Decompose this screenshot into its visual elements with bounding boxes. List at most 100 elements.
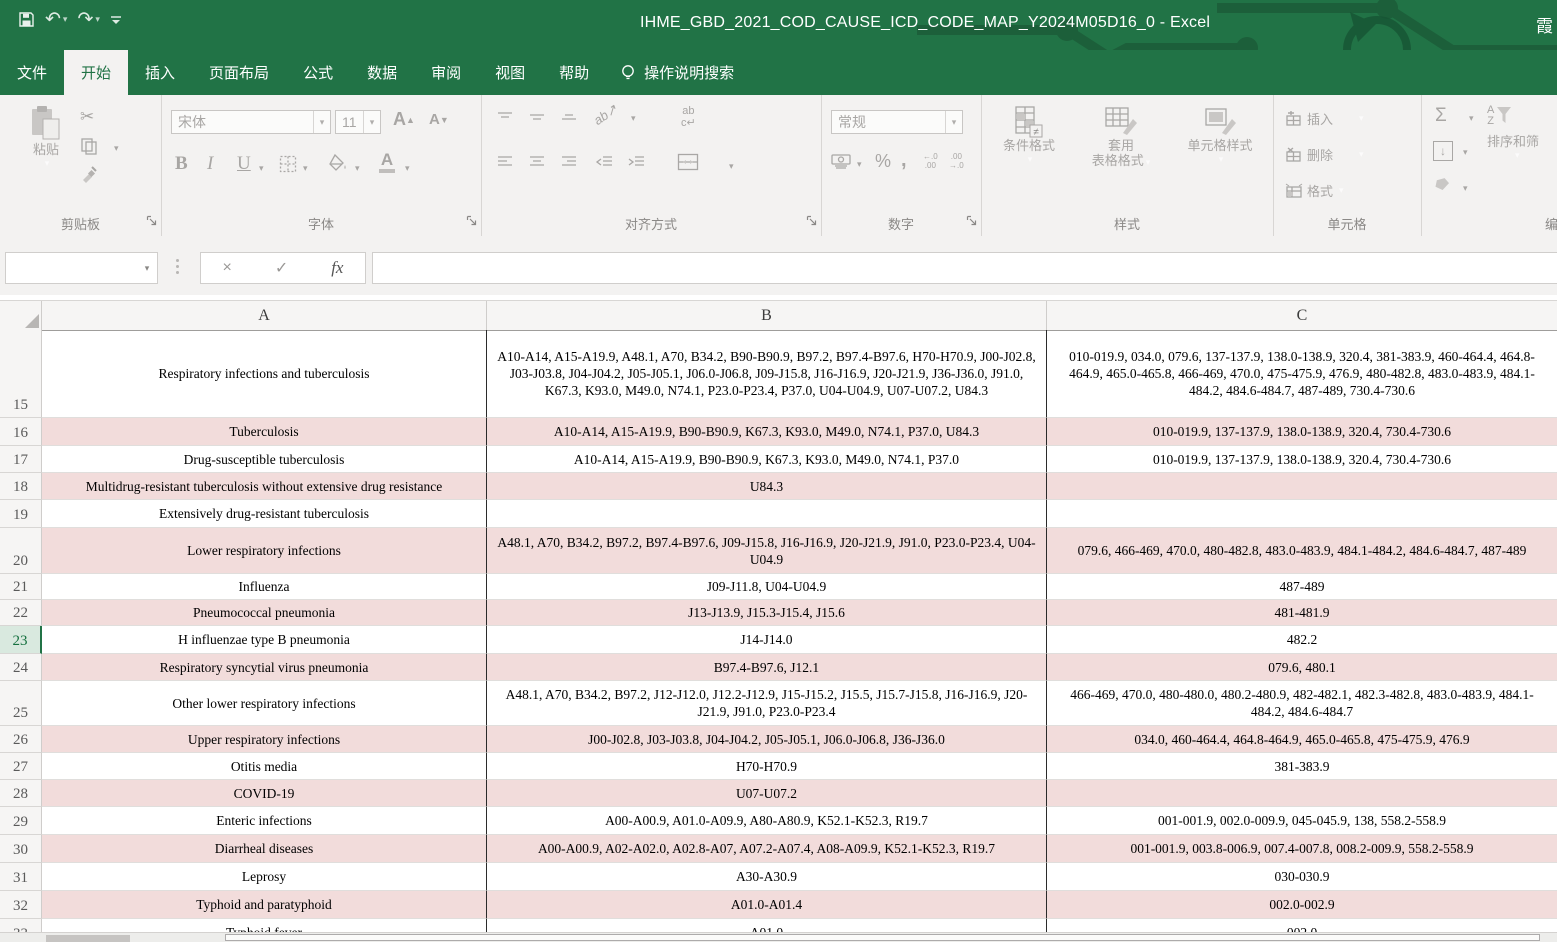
merge-center-button[interactable] xyxy=(677,153,699,171)
cell-col-a[interactable]: Extensively drug-resistant tuberculosis xyxy=(42,500,487,528)
name-box-input[interactable] xyxy=(6,253,137,283)
clear-button[interactable] xyxy=(1433,177,1451,191)
shrink-font-button[interactable]: A▼ xyxy=(429,111,449,128)
cell-col-c[interactable]: 001-001.9, 003.8-006.9, 007.4-007.8, 008… xyxy=(1047,835,1557,863)
select-all-corner[interactable] xyxy=(0,301,42,331)
paste-button[interactable]: 粘贴 xyxy=(20,105,72,168)
customize-qat-button[interactable] xyxy=(110,14,122,26)
row-header[interactable]: 25 xyxy=(0,681,42,726)
autosum-button[interactable]: Σ xyxy=(1435,105,1447,127)
cell-col-c[interactable]: 482.2 xyxy=(1047,626,1557,654)
cell-col-c[interactable]: 466-469, 470.0, 480-480.0, 480.2-480.9, … xyxy=(1047,681,1557,726)
row-header[interactable]: 19 xyxy=(0,500,42,528)
row-header[interactable]: 17 xyxy=(0,446,42,473)
name-box[interactable] xyxy=(5,252,158,284)
tab-公式[interactable]: 公式 xyxy=(286,50,350,95)
format-as-table-button[interactable]: 套用表格格式 xyxy=(1075,105,1167,169)
align-center-button[interactable] xyxy=(529,155,545,169)
tab-审阅[interactable]: 审阅 xyxy=(414,50,478,95)
cell-col-a[interactable]: Leprosy xyxy=(42,863,487,891)
cell-col-a[interactable]: Diarrheal diseases xyxy=(42,835,487,863)
delete-cells-button[interactable]: 删除 xyxy=(1285,145,1364,164)
name-box-dropdown-icon[interactable] xyxy=(137,253,157,283)
accounting-format-button[interactable] xyxy=(831,153,851,169)
cell-col-a[interactable]: COVID-19 xyxy=(42,780,487,807)
cell-col-c[interactable]: 381-383.9 xyxy=(1047,753,1557,780)
cell-col-a[interactable]: Lower respiratory infections xyxy=(42,528,487,574)
cell-col-c[interactable]: 487-489 xyxy=(1047,574,1557,600)
fill-color-dropdown-icon[interactable] xyxy=(355,163,360,174)
redo-button[interactable]: ↷ xyxy=(77,10,99,29)
row-header[interactable]: 32 xyxy=(0,891,42,919)
cell-col-c[interactable] xyxy=(1047,780,1557,807)
insert-cells-button[interactable]: 插入 xyxy=(1285,109,1364,128)
formula-input[interactable] xyxy=(373,253,1557,283)
cell-col-b[interactable]: A00-A00.9, A01.0-A09.9, A80-A80.9, K52.1… xyxy=(487,807,1047,835)
row-header[interactable]: 24 xyxy=(0,654,42,681)
cell-col-c[interactable]: 030-030.9 xyxy=(1047,863,1557,891)
number-format-combo[interactable]: 常规 xyxy=(831,110,963,134)
cell-col-b[interactable]: A10-A14, A15-A19.9, A48.1, A70, B34.2, B… xyxy=(487,330,1047,418)
row-header[interactable]: 20 xyxy=(0,528,42,574)
row-header[interactable]: 31 xyxy=(0,863,42,891)
tab-插入[interactable]: 插入 xyxy=(128,50,192,95)
underline-dropdown-icon[interactable] xyxy=(259,163,264,174)
orientation-dropdown-icon[interactable] xyxy=(631,113,636,124)
borders-button[interactable] xyxy=(279,155,297,173)
user-account-badge[interactable]: 霞 xyxy=(1536,12,1553,37)
cancel-entry-button[interactable]: × xyxy=(222,259,231,277)
copy-button[interactable] xyxy=(80,137,98,155)
column-header-a[interactable]: A xyxy=(42,301,487,331)
row-header[interactable]: 26 xyxy=(0,726,42,753)
format-dropdown-icon[interactable] xyxy=(1339,185,1344,196)
cell-col-b[interactable]: A48.1, A70, B34.2, B97.2, B97.4-B97.6, J… xyxy=(487,528,1047,574)
autosum-dropdown-icon[interactable] xyxy=(1469,113,1474,124)
horizontal-scrollbar-thumb[interactable] xyxy=(225,934,1540,941)
tab-数据[interactable]: 数据 xyxy=(350,50,414,95)
accounting-dropdown-icon[interactable] xyxy=(857,159,862,170)
align-bottom-button[interactable] xyxy=(561,111,577,123)
cell-col-c[interactable]: 481-481.9 xyxy=(1047,600,1557,626)
sort-filter-button[interactable]: AZ 排序和筛 xyxy=(1487,105,1557,160)
merge-dropdown-icon[interactable] xyxy=(729,161,734,172)
cell-styles-dropdown-icon[interactable] xyxy=(1219,154,1224,164)
cell-col-b[interactable]: J14-J14.0 xyxy=(487,626,1047,654)
italic-button[interactable]: I xyxy=(207,153,213,175)
grow-font-button[interactable]: A▲ xyxy=(393,109,415,130)
cell-col-a[interactable]: Other lower respiratory infections xyxy=(42,681,487,726)
cell-col-b[interactable]: A01.0 xyxy=(487,919,1047,933)
cell-col-b[interactable]: A01.0-A01.4 xyxy=(487,891,1047,919)
cell-col-c[interactable]: 010-019.9, 034.0, 079.6, 137-137.9, 138.… xyxy=(1047,330,1557,418)
borders-dropdown-icon[interactable] xyxy=(303,163,308,174)
cell-col-a[interactable]: Typhoid fever xyxy=(42,919,487,933)
cell-col-b[interactable]: J13-J13.9, J15.3-J15.4, J15.6 xyxy=(487,600,1047,626)
align-top-button[interactable] xyxy=(497,111,513,123)
cell-col-a[interactable]: Pneumococcal pneumonia xyxy=(42,600,487,626)
cell-col-c[interactable]: 002.0-002.9 xyxy=(1047,891,1557,919)
format-painter-button[interactable] xyxy=(80,165,98,183)
cell-col-c[interactable]: 002.0 xyxy=(1047,919,1557,933)
cell-col-b[interactable]: A10-A14, A15-A19.9, B90-B90.9, K67.3, K9… xyxy=(487,446,1047,473)
decrease-indent-button[interactable] xyxy=(595,155,613,169)
cell-col-a[interactable]: Upper respiratory infections xyxy=(42,726,487,753)
row-header[interactable]: 22 xyxy=(0,600,42,626)
cell-col-a[interactable]: Tuberculosis xyxy=(42,418,487,446)
font-name-combo[interactable]: 宋体 xyxy=(171,110,331,134)
cell-col-c[interactable]: 034.0, 460-464.4, 464.8-464.9, 465.0-465… xyxy=(1047,726,1557,753)
percent-style-button[interactable]: % xyxy=(875,151,891,172)
cell-col-c[interactable]: 001-001.9, 002.0-009.9, 045-045.9, 138, … xyxy=(1047,807,1557,835)
decrease-decimal-button[interactable]: .00→.0 xyxy=(949,153,964,171)
bold-button[interactable]: B xyxy=(175,153,188,175)
delete-dropdown-icon[interactable] xyxy=(1359,149,1364,160)
cell-col-a[interactable]: Influenza xyxy=(42,574,487,600)
align-right-button[interactable] xyxy=(561,155,577,169)
row-header[interactable]: 16 xyxy=(0,418,42,446)
align-left-button[interactable] xyxy=(497,155,513,169)
cell-col-c[interactable]: 079.6, 480.1 xyxy=(1047,654,1557,681)
font-color-button[interactable]: A xyxy=(379,151,395,173)
cell-col-b[interactable]: U84.3 xyxy=(487,473,1047,500)
cell-col-c[interactable] xyxy=(1047,500,1557,528)
cell-col-c[interactable]: 079.6, 466-469, 470.0, 480-482.8, 483.0-… xyxy=(1047,528,1557,574)
row-header[interactable]: 33 xyxy=(0,919,42,933)
sort-filter-dropdown-icon[interactable] xyxy=(1515,150,1520,160)
